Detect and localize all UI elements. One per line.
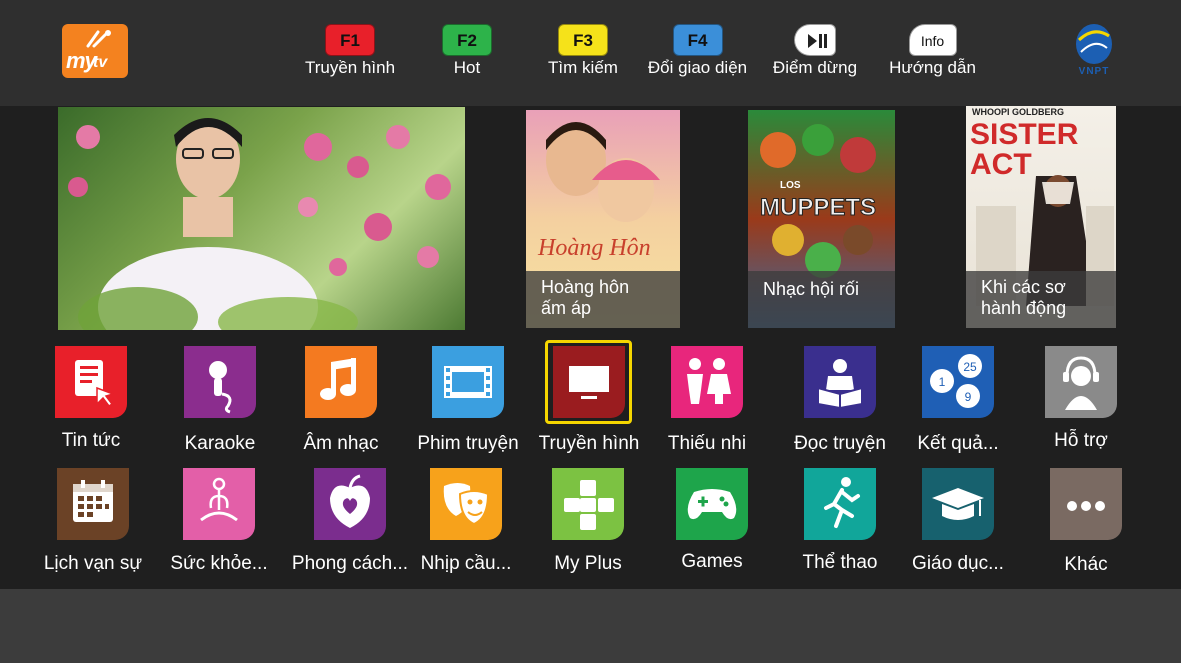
- app-label: Tin tức: [61, 430, 121, 451]
- app-games[interactable]: Games: [642, 468, 782, 598]
- poster-1-caption-line1: Hoàng hôn: [541, 277, 630, 297]
- app-ket-qua[interactable]: 25 1 9 Kết quả...: [888, 346, 1028, 476]
- poster-1-caption-line2: ấm áp: [541, 298, 592, 318]
- reading-icon: [804, 346, 876, 418]
- music-note-icon: [305, 346, 377, 418]
- app-suc-khoe[interactable]: Sức khỏe...: [149, 468, 289, 598]
- app-khac[interactable]: Khác: [1016, 468, 1156, 598]
- f4-change-theme-key[interactable]: F4 Đổi giao diện: [640, 24, 755, 78]
- f3-badge: F3: [558, 24, 608, 56]
- f1-badge: F1: [325, 24, 375, 56]
- more-dots-icon: [1050, 468, 1122, 540]
- poster-3-caption-line1: Khi các sơ: [981, 277, 1066, 297]
- children-icon: [671, 346, 743, 418]
- f3-search-key[interactable]: F3 Tìm kiếm: [533, 24, 633, 78]
- ball-9: 9: [965, 390, 972, 404]
- app-label: My Plus: [554, 553, 622, 574]
- app-lich-van-su[interactable]: Lịch vạn sự: [23, 468, 163, 598]
- poster-3-top: WHOOPI GOLDBERG: [972, 107, 1064, 117]
- poster-3-caption-line2: hành động: [981, 298, 1067, 318]
- f2-label: Hot: [453, 58, 481, 77]
- app-label: Giáo dục...: [912, 553, 1004, 574]
- support-headset-icon: [1045, 346, 1117, 418]
- ball-25: 25: [963, 360, 977, 374]
- f4-label: Đổi giao diện: [647, 58, 748, 77]
- app-phim-truyen[interactable]: Phim truyện: [398, 346, 538, 476]
- runner-icon: [804, 468, 876, 540]
- plus-icon: [552, 468, 624, 540]
- app-tin-tuc[interactable]: Tin tức: [21, 346, 161, 476]
- vnpt-text: VNPT: [1078, 66, 1110, 77]
- microphone-icon: [184, 346, 256, 418]
- f1-truyen-hinh-key[interactable]: F1 Truyền hình: [300, 24, 400, 78]
- calendar-icon: [57, 468, 129, 540]
- poster-2-top: LOS: [780, 180, 801, 191]
- poster-3-title-line1: SISTER: [970, 118, 1079, 151]
- f2-badge: F2: [442, 24, 492, 56]
- f3-label: Tìm kiếm: [548, 58, 618, 77]
- app-label: Hỗ trợ: [1054, 430, 1108, 451]
- logo-text-my: my: [66, 48, 97, 73]
- poster-3-title-line2: ACT: [970, 148, 1032, 181]
- top-bar: my tv F1 Truyền hình F2 Hot F3 Tìm kiếm …: [0, 0, 1181, 106]
- info-label: Hướng dẫn: [889, 58, 976, 77]
- vnpt-logo: VNPT: [1067, 22, 1121, 82]
- poster-2-title: MUPPETS: [760, 194, 876, 221]
- poster-hoang-hon-am-ap[interactable]: Hoàng Hôn Hoàng hôn ấm áp: [526, 110, 680, 328]
- poster-nhac-hoi-roi[interactable]: LOS MUPPETS Nhạc hội rối: [748, 110, 895, 328]
- app-label: Sức khỏe...: [170, 553, 268, 574]
- film-icon: [432, 346, 504, 418]
- mytv-logo: my tv: [62, 24, 128, 78]
- poster-1-title: Hoàng Hôn: [537, 235, 651, 261]
- app-label: Thiếu nhi: [667, 433, 747, 454]
- app-karaoke[interactable]: Karaoke: [150, 346, 290, 476]
- tv-icon: [553, 346, 625, 418]
- gamepad-icon: [676, 468, 748, 540]
- poster-khi-cac-so-hanh-dong[interactable]: WHOOPI GOLDBERG SISTER ACT Khi các sơ hà…: [966, 106, 1116, 328]
- app-label: Phim truyện: [417, 433, 519, 454]
- lottery-balls-icon: 25 1 9: [922, 346, 994, 418]
- app-nhip-cau[interactable]: Nhịp cầu...: [396, 468, 536, 598]
- graduation-cap-icon: [922, 468, 994, 540]
- poster-3-caption: Khi các sơ hành động: [966, 271, 1116, 328]
- info-key[interactable]: Info Hướng dẫn: [880, 24, 985, 78]
- app-giao-duc[interactable]: Giáo dục...: [888, 468, 1028, 598]
- app-thieu-nhi[interactable]: Thiếu nhi: [637, 346, 777, 476]
- app-my-plus[interactable]: My Plus: [518, 468, 658, 598]
- f4-badge: F4: [672, 24, 723, 56]
- app-label: Khác: [1064, 554, 1108, 575]
- app-label: Karaoke: [184, 433, 256, 454]
- app-label: Lịch vạn sự: [43, 553, 143, 574]
- app-ho-tro[interactable]: Hỗ trợ: [1011, 346, 1151, 476]
- ball-1: 1: [939, 375, 946, 389]
- theater-masks-icon: [430, 468, 502, 540]
- heart-apple-icon: [314, 468, 386, 540]
- play-pause-icon: [794, 24, 836, 56]
- poster-2-caption: Nhạc hội rối: [748, 271, 895, 328]
- pause-label: Điểm dừng: [772, 58, 858, 77]
- news-icon: [55, 346, 127, 418]
- app-label: Games: [681, 551, 743, 572]
- app-label: Kết quả...: [917, 433, 999, 454]
- info-icon: Info: [908, 24, 957, 56]
- f1-label: Truyền hình: [304, 58, 396, 77]
- logo-text-tv: tv: [93, 54, 108, 71]
- app-label: Nhịp cầu...: [420, 553, 512, 574]
- pause-key[interactable]: Điểm dừng: [765, 24, 865, 78]
- app-label: Âm nhạc: [303, 433, 379, 454]
- f2-hot-key[interactable]: F2 Hot: [417, 24, 517, 78]
- app-am-nhac[interactable]: Âm nhạc: [271, 346, 411, 476]
- bottom-bar: [0, 589, 1181, 663]
- poster-1-caption: Hoàng hôn ấm áp: [526, 271, 680, 328]
- yoga-icon: [183, 468, 255, 540]
- live-preview-video[interactable]: [58, 107, 465, 330]
